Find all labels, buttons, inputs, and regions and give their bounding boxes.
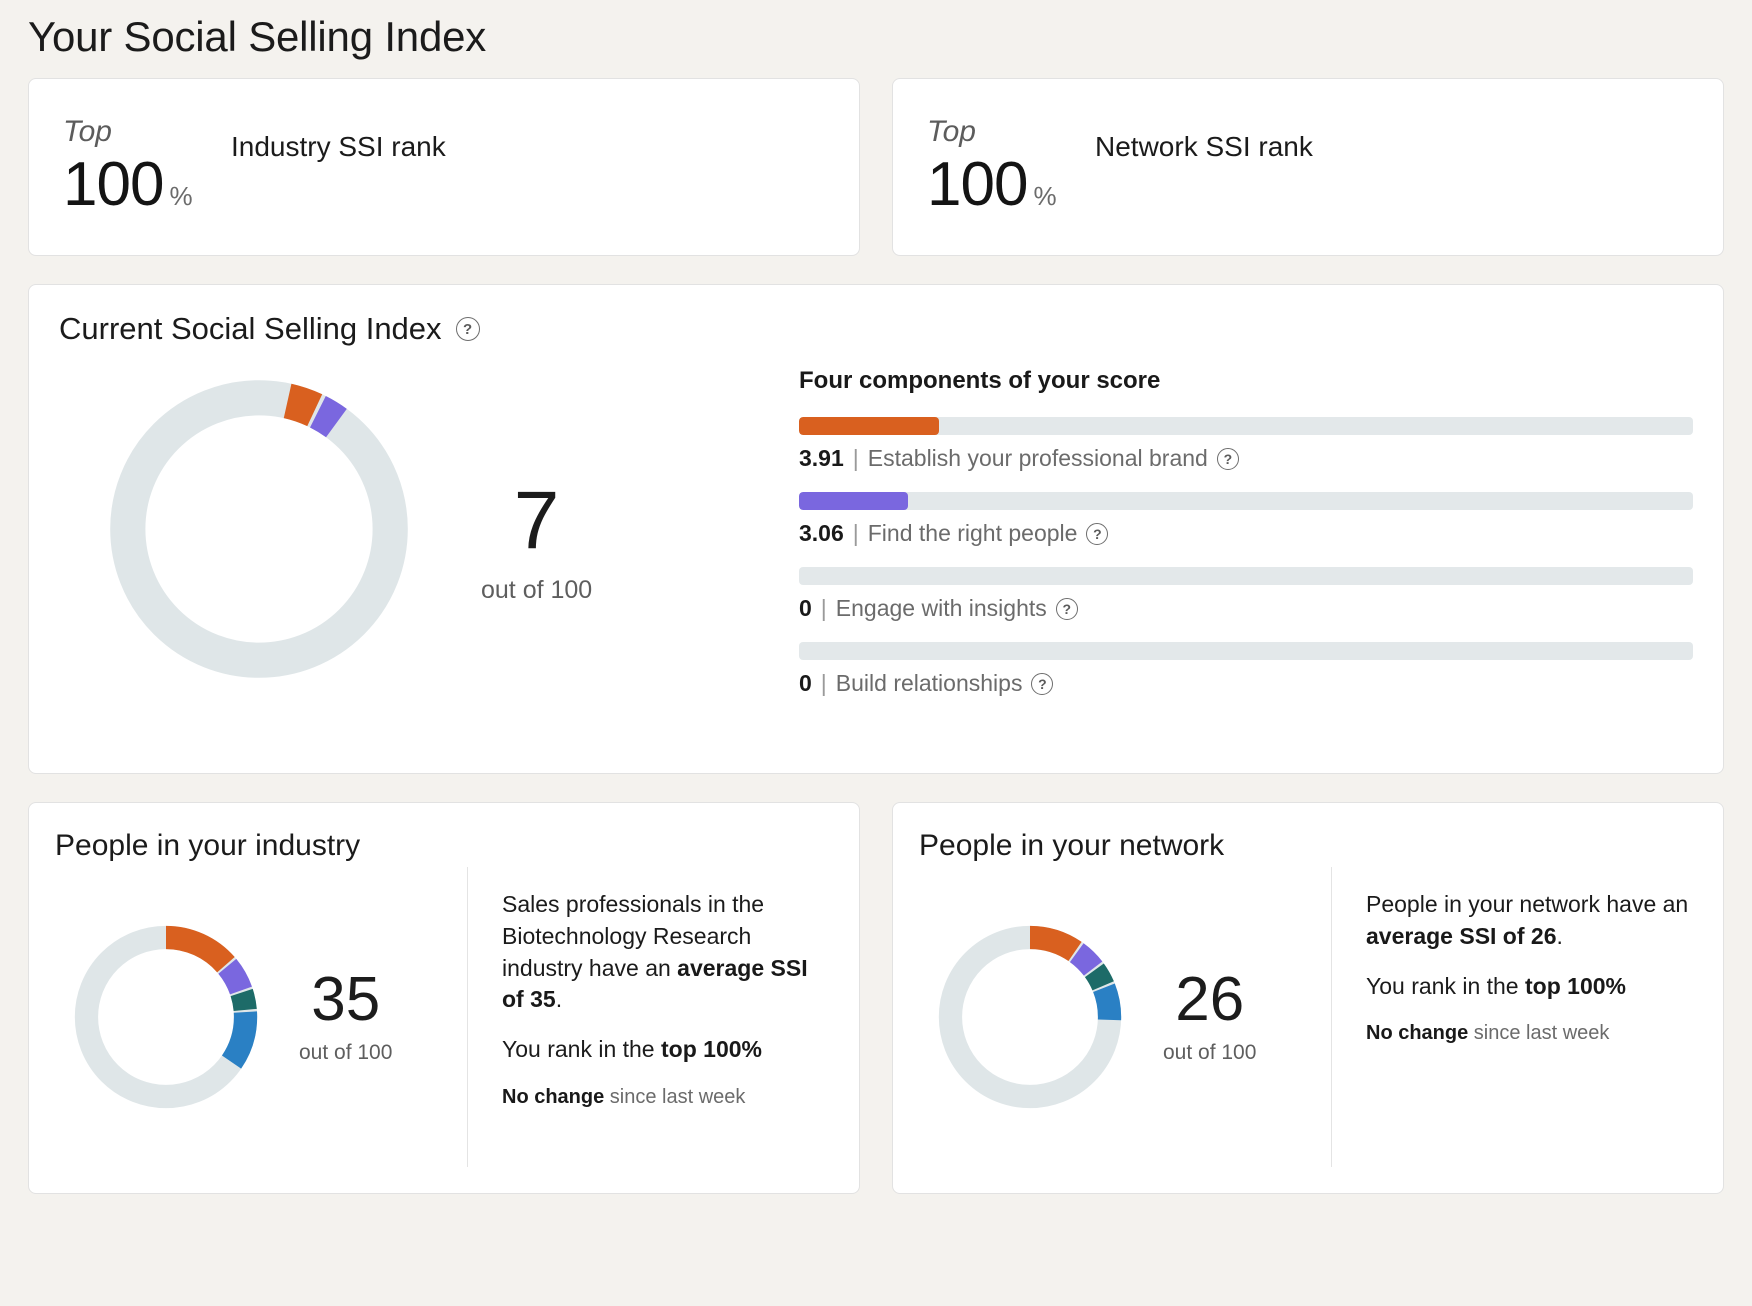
component-name: Establish your professional brand	[867, 445, 1208, 472]
industry-score-block: 35 out of 100	[299, 969, 392, 1065]
component-score: 0	[799, 670, 812, 697]
industry-avg-suffix: .	[555, 986, 563, 1013]
network-rank-highlight: top 100%	[1525, 972, 1626, 999]
network-avg-highlight: average SSI of 26	[1366, 922, 1557, 949]
industry-rank-text: You rank in the top 100%	[502, 1034, 827, 1066]
network-rank-value-group: Top 100 %	[923, 115, 1095, 216]
current-ssi-title: Current Social Selling Index	[59, 311, 442, 347]
industry-change-period: since last week	[604, 1085, 746, 1108]
industry-ssi-rank-card: Top 100 % Industry SSI rank	[28, 78, 860, 257]
current-ssi-header: Current Social Selling Index ?	[59, 311, 1693, 347]
industry-rank-value-group: Top 100 %	[59, 115, 231, 216]
component-separator: |	[820, 595, 827, 622]
industry-description: Sales professionals in the Biotechnology…	[467, 867, 833, 1168]
industry-rank-prefix: You rank in the	[502, 1036, 661, 1063]
network-rank-percent-symbol: %	[1033, 181, 1057, 212]
component-progress-fill	[799, 417, 939, 436]
network-ssi-rank-card: Top 100 % Network SSI rank	[892, 78, 1724, 257]
people-in-your-network-card: People in your network 26 out of 100 Peo…	[892, 802, 1724, 1195]
industry-rank-title: Industry SSI rank	[231, 131, 446, 163]
network-card-title: People in your network	[919, 829, 1225, 863]
ssi-score-value: 7	[513, 474, 560, 566]
network-rank-value-line: 100 %	[927, 154, 1095, 216]
component-label-row: 3.06 | Find the right people ?	[799, 520, 1693, 547]
component-label-row: 0 | Build relationships ?	[799, 670, 1693, 697]
component-name: Engage with insights	[835, 595, 1047, 622]
ssi-dashboard: Your Social Selling Index Top 100 % Indu…	[0, 0, 1752, 1306]
network-rank-value: 100	[927, 150, 1028, 220]
network-score-value: 26	[1175, 965, 1245, 1035]
network-rank-prefix: You rank in the	[1366, 972, 1525, 999]
component-progress-track	[799, 417, 1693, 436]
industry-change-text: No change since last week	[502, 1084, 827, 1112]
current-ssi-body: 7 out of 100 Four components of your sco…	[59, 357, 1693, 717]
component-separator: |	[820, 670, 827, 697]
component-name: Build relationships	[835, 670, 1023, 697]
industry-card-body: 35 out of 100 Sales professionals in the…	[55, 867, 833, 1168]
help-icon[interactable]: ?	[1031, 672, 1054, 695]
network-avg-suffix: .	[1556, 922, 1563, 949]
help-icon[interactable]: ?	[1055, 597, 1078, 620]
industry-score-out-of: out of 100	[299, 1041, 393, 1065]
network-change-text: No change since last week	[1366, 1020, 1691, 1048]
industry-change-status: No change	[502, 1085, 605, 1108]
ssi-score-block: 7 out of 100	[481, 454, 592, 605]
industry-rank-percent-symbol: %	[169, 181, 193, 212]
industry-average-text: Sales professionals in the Biotechnology…	[502, 889, 827, 1016]
component-label-row: 3.91 | Establish your professional brand…	[799, 445, 1693, 472]
help-icon[interactable]: ?	[1086, 522, 1109, 545]
component-row: 0 | Build relationships ?	[799, 642, 1693, 697]
industry-donut-chart	[74, 926, 258, 1109]
current-ssi-card: Current Social Selling Index ? 7 out of …	[28, 284, 1724, 775]
network-description: People in your network have an average S…	[1331, 867, 1697, 1168]
component-name: Find the right people	[867, 520, 1078, 547]
network-score-block: 26 out of 100	[1163, 969, 1256, 1065]
industry-rank-highlight: top 100%	[661, 1036, 762, 1063]
industry-rank-value: 100	[63, 150, 164, 220]
page-title: Your Social Selling Index	[28, 13, 487, 60]
network-change-period: since last week	[1468, 1022, 1610, 1045]
people-card-row: People in your industry 35 out of 100 Sa…	[28, 802, 1724, 1195]
industry-card-title: People in your industry	[55, 829, 361, 863]
component-score: 0	[799, 595, 812, 622]
component-row: 3.91 | Establish your professional brand…	[799, 417, 1693, 472]
component-row: 0 | Engage with insights ?	[799, 567, 1693, 622]
network-score-out-of: out of 100	[1163, 1041, 1257, 1065]
components-panel: Four components of your score 3.91 | Est…	[799, 357, 1693, 717]
network-rank-top-label: Top	[927, 115, 976, 149]
people-in-your-industry-card: People in your industry 35 out of 100 Sa…	[28, 802, 860, 1195]
component-label-row: 0 | Engage with insights ?	[799, 595, 1693, 622]
industry-rank-top-label: Top	[63, 115, 112, 149]
ssi-score-out-of: out of 100	[481, 575, 593, 604]
industry-score-value: 35	[311, 965, 381, 1035]
component-row: 3.06 | Find the right people ?	[799, 492, 1693, 547]
current-ssi-chart-area: 7 out of 100	[59, 357, 799, 689]
component-progress-track	[799, 567, 1693, 586]
component-progress-track	[799, 642, 1693, 661]
component-progress-track	[799, 492, 1693, 511]
help-icon[interactable]: ?	[455, 317, 480, 342]
network-chart-area: 26 out of 100	[919, 867, 1331, 1167]
component-score: 3.91	[799, 445, 844, 472]
industry-chart-area: 35 out of 100	[55, 867, 467, 1167]
network-card-body: 26 out of 100 People in your network hav…	[919, 867, 1697, 1168]
network-rank-text: You rank in the top 100%	[1366, 971, 1691, 1003]
component-separator: |	[852, 520, 859, 547]
help-icon[interactable]: ?	[1216, 447, 1239, 470]
network-avg-prefix: People in your network have an	[1366, 891, 1689, 918]
ssi-donut-chart	[110, 380, 408, 678]
components-title: Four components of your score	[799, 367, 1161, 395]
rank-card-row: Top 100 % Industry SSI rank Top 100 % Ne…	[28, 78, 1724, 257]
component-score: 3.06	[799, 520, 844, 547]
component-separator: |	[852, 445, 859, 472]
component-progress-fill	[799, 492, 909, 511]
network-change-status: No change	[1366, 1022, 1469, 1045]
network-donut-chart	[938, 926, 1122, 1109]
network-average-text: People in your network have an average S…	[1366, 889, 1691, 952]
network-rank-title: Network SSI rank	[1095, 131, 1313, 163]
industry-rank-value-line: 100 %	[63, 154, 231, 216]
